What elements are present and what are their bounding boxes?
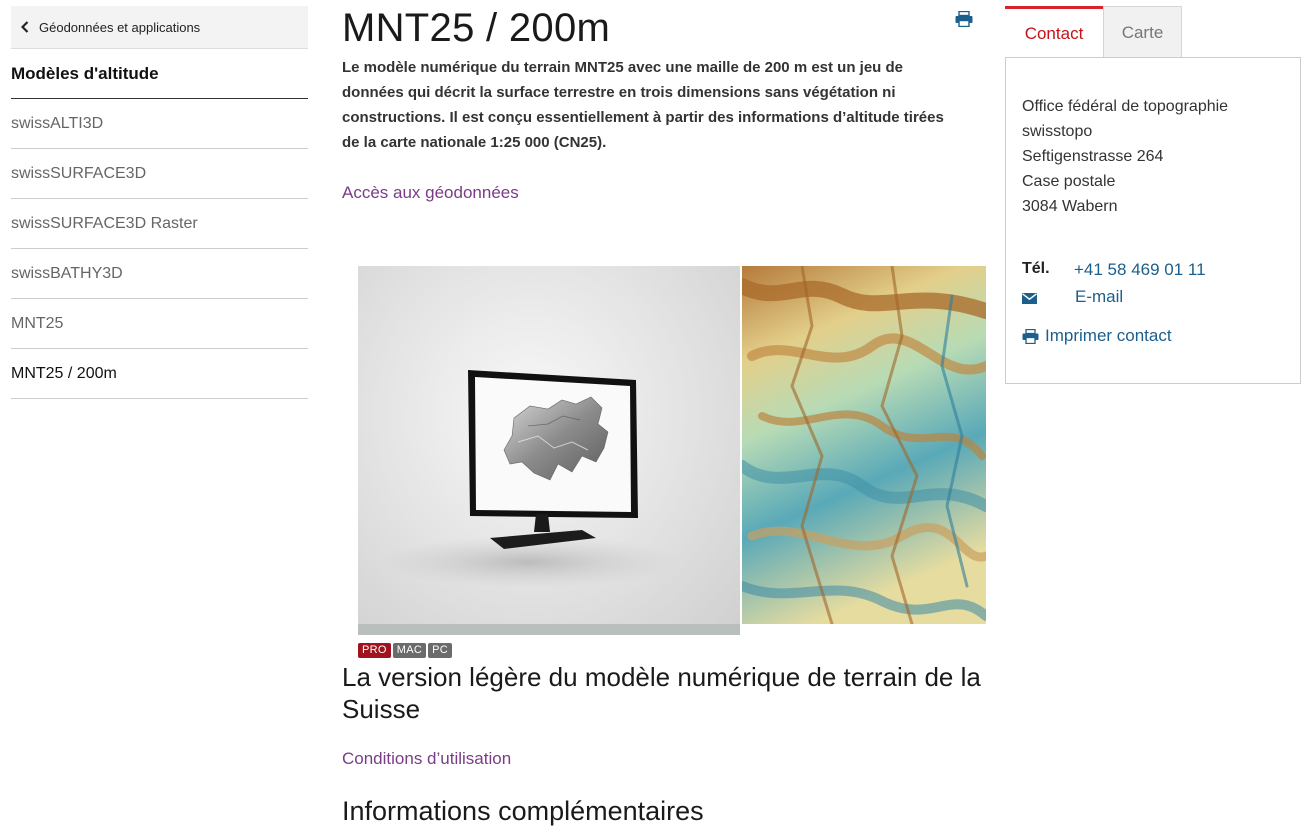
address-line: Office fédéral de topographie [1022,98,1229,115]
phone-label: Tél. [1022,260,1050,277]
page-title: MNT25 / 200m [342,6,611,50]
print-contact-link[interactable]: Imprimer contact [1022,326,1172,346]
contact-address: Office fédéral de topographie swisstopo … [1022,94,1228,219]
back-button-label: Géodonnées et applications [39,19,201,35]
lead-paragraph: Le modèle numérique du terrain MNT25 ave… [342,59,944,151]
email-link[interactable]: E-mail [1075,287,1123,307]
geodata-access-link[interactable]: Accès aux géodonnées [342,183,519,203]
address-line: swisstopo [1022,123,1093,140]
address-line: Seftigenstrasse 264 [1022,148,1164,165]
elevation-map-image [742,266,986,624]
sidebar-item-mnt25-200m[interactable]: MNT25 / 200m [11,349,308,399]
back-button[interactable]: Géodonnées et applications [11,6,308,49]
sidebar-item-mnt25[interactable]: MNT25 [11,299,308,349]
sidebar-item-swisssurface3d-raster[interactable]: swissSURFACE3D Raster [11,199,308,249]
badge-pc: PC [428,643,452,658]
phone-link[interactable]: +41 58 469 01 11 [1074,260,1206,280]
print-icon[interactable] [955,10,973,28]
badge-mac: MAC [392,643,427,658]
contact-panel: Office fédéral de topographie swisstopo … [1005,57,1301,384]
sidebar-nav: Géodonnées et applications Modèles d'alt… [11,6,308,399]
sidebar-item-swissbathy3d[interactable]: swissBATHY3D [11,249,308,299]
tab-contact[interactable]: Contact [1005,6,1103,58]
sidebar-item-swisssurface3d[interactable]: swissSURFACE3D [11,149,308,199]
printer-icon [1022,328,1039,344]
print-contact-label: Imprimer contact [1045,326,1172,345]
product-monitor-image [358,266,740,635]
address-line: Case postale [1022,173,1116,190]
address-line: 3084 Wabern [1022,198,1118,215]
contact-tabs: Contact Carte [1005,6,1182,58]
envelope-icon [1022,291,1037,304]
tab-map[interactable]: Carte [1103,6,1182,58]
sidebar-item-swissalti3d[interactable]: swissALTI3D [11,99,308,149]
image-floor-strip [358,624,740,635]
platform-badges: PRO MAC PC [358,643,452,658]
terms-of-use-link[interactable]: Conditions d’utilisation [342,749,511,769]
chevron-left-icon [21,21,29,33]
additional-info-heading: Informations complémentaires [342,796,704,826]
section-title: Modèles d'altitude [11,49,308,99]
product-subtitle: La version légère du modèle numérique de… [342,662,981,724]
badge-pro: PRO [358,643,391,658]
